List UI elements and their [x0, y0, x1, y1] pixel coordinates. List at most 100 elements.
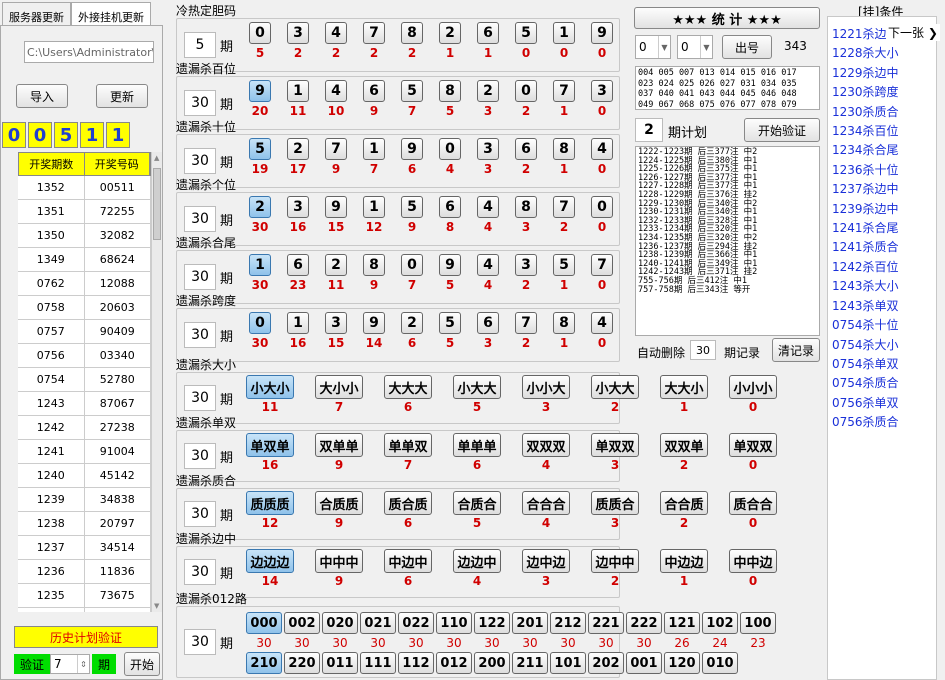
number-button[interactable]: 9 [325, 196, 347, 218]
tab-external-update[interactable]: 外接挂机更新 [71, 2, 151, 26]
condition-item[interactable]: 1239杀边中 [828, 200, 936, 219]
pattern-button[interactable]: 小大大 [591, 375, 639, 399]
history-row[interactable]: 1241 91004 [18, 440, 151, 464]
number-button[interactable]: 6 [287, 254, 309, 276]
route-button[interactable]: 021 [360, 612, 396, 634]
dropdown-icon[interactable]: ▼ [700, 36, 712, 58]
pattern-button[interactable]: 大小小 [315, 375, 363, 399]
plan-list[interactable]: 1222-1223期 后三377注 中2 1224-1225期 后三380注 中… [635, 146, 820, 336]
route-button[interactable]: 020 [322, 612, 358, 634]
route-button[interactable]: 121 [664, 612, 700, 634]
number-button[interactable]: 0 [515, 80, 537, 102]
history-row[interactable]: 1236 11836 [18, 560, 151, 584]
scroll-down-icon[interactable]: ▼ [154, 602, 159, 610]
pattern-button[interactable]: 质质合 [591, 491, 639, 515]
number-button[interactable]: 8 [439, 80, 461, 102]
next-page-button[interactable]: 下一张 ❯ [886, 24, 940, 41]
number-button[interactable]: 0 [249, 312, 271, 334]
history-row[interactable]: 0758 20603 [18, 296, 151, 320]
number-button[interactable]: 1 [287, 80, 309, 102]
route-button[interactable]: 221 [588, 612, 624, 634]
number-button[interactable]: 7 [515, 312, 537, 334]
number-button[interactable]: 0 [439, 138, 461, 160]
auto-delete-value[interactable]: 30 [690, 340, 716, 360]
number-button[interactable]: 5 [439, 312, 461, 334]
number-button[interactable]: 6 [515, 138, 537, 160]
number-button[interactable]: 3 [287, 22, 309, 44]
number-button[interactable]: 9 [249, 80, 271, 102]
condition-item[interactable]: 1237杀边中 [828, 180, 936, 199]
condition-item[interactable]: 1230杀质合 [828, 103, 936, 122]
pattern-button[interactable]: 边边边 [246, 549, 294, 573]
route-button[interactable]: 222 [626, 612, 662, 634]
pattern-button[interactable]: 单单双 [384, 433, 432, 457]
route012-section-period[interactable]: 30 [184, 629, 216, 655]
number-button[interactable]: 7 [553, 80, 575, 102]
route-button[interactable]: 102 [702, 612, 738, 634]
pattern-button[interactable]: 单双双 [591, 433, 639, 457]
digit-section-5-period[interactable]: 30 [184, 322, 216, 348]
clear-record-button[interactable]: 清记录 [772, 338, 820, 362]
pattern-button[interactable]: 合合合 [522, 491, 570, 515]
route-button[interactable]: 212 [550, 612, 586, 634]
number-button[interactable]: 9 [363, 312, 385, 334]
pattern-button[interactable]: 合质质 [315, 491, 363, 515]
pattern-button[interactable]: 大大小 [660, 375, 708, 399]
number-button[interactable]: 3 [591, 80, 613, 102]
pattern-button[interactable]: 中边中 [384, 549, 432, 573]
number-button[interactable]: 4 [477, 254, 499, 276]
number-button[interactable]: 7 [553, 196, 575, 218]
pattern-button[interactable]: 单单单 [453, 433, 501, 457]
condition-item[interactable]: 1242杀百位 [828, 258, 936, 277]
number-button[interactable]: 8 [553, 312, 575, 334]
number-button[interactable]: 6 [477, 312, 499, 334]
number-button[interactable]: 2 [249, 196, 271, 218]
chuhao-button[interactable]: 出号 [722, 35, 772, 59]
condition-item[interactable]: 1234杀百位 [828, 122, 936, 141]
number-button[interactable]: 5 [553, 254, 575, 276]
number-button[interactable]: 3 [477, 138, 499, 160]
number-button[interactable]: 2 [477, 80, 499, 102]
number-button[interactable]: 4 [325, 80, 347, 102]
number-button[interactable]: 4 [477, 196, 499, 218]
number-button[interactable]: 7 [591, 254, 613, 276]
pattern-button[interactable]: 边中中 [591, 549, 639, 573]
route-button[interactable]: 120 [664, 652, 700, 674]
pattern-button[interactable]: 质合质 [384, 491, 432, 515]
number-button[interactable]: 8 [553, 138, 575, 160]
history-row[interactable]: 1351 72255 [18, 200, 151, 224]
number-button[interactable]: 9 [591, 22, 613, 44]
scroll-thumb[interactable] [153, 168, 161, 240]
condition-item[interactable]: 1241杀合尾 [828, 219, 936, 238]
route-button[interactable]: 012 [436, 652, 472, 674]
verify-start-button[interactable]: 开始 [124, 652, 160, 676]
number-button[interactable]: 6 [363, 80, 385, 102]
start-verify-button[interactable]: 开始验证 [744, 118, 820, 142]
number-button[interactable]: 4 [591, 138, 613, 160]
history-row[interactable]: 1352 00511 [18, 176, 151, 200]
pattern-button[interactable]: 边中边 [522, 549, 570, 573]
history-header-period[interactable]: 开奖期数 [19, 153, 85, 175]
pattern-button[interactable]: 小小大 [522, 375, 570, 399]
number-button[interactable]: 3 [515, 254, 537, 276]
number-button[interactable]: 1 [363, 138, 385, 160]
route-button[interactable]: 201 [512, 612, 548, 634]
route-button[interactable]: 112 [398, 652, 434, 674]
condition-item[interactable]: 0756杀单双 [828, 394, 936, 413]
number-button[interactable]: 1 [287, 312, 309, 334]
condition-item[interactable]: 1243杀大小 [828, 277, 936, 296]
route-button[interactable]: 011 [322, 652, 358, 674]
condition-item[interactable]: 1236杀十位 [828, 161, 936, 180]
pattern-button[interactable]: 双双双 [522, 433, 570, 457]
condition-item[interactable]: 1241杀质合 [828, 238, 936, 257]
number-button[interactable]: 0 [249, 22, 271, 44]
number-button[interactable]: 0 [591, 196, 613, 218]
number-button[interactable]: 6 [439, 196, 461, 218]
route-button[interactable]: 100 [740, 612, 776, 634]
digit-section-4-period[interactable]: 30 [184, 264, 216, 290]
number-button[interactable]: 5 [515, 22, 537, 44]
history-row[interactable]: 1242 27238 [18, 416, 151, 440]
path-field[interactable]: C:\Users\Administrator\ [24, 41, 154, 63]
stats-header[interactable]: ★★★ 统 计 ★★★ [634, 7, 820, 29]
route-button[interactable]: 000 [246, 612, 282, 634]
